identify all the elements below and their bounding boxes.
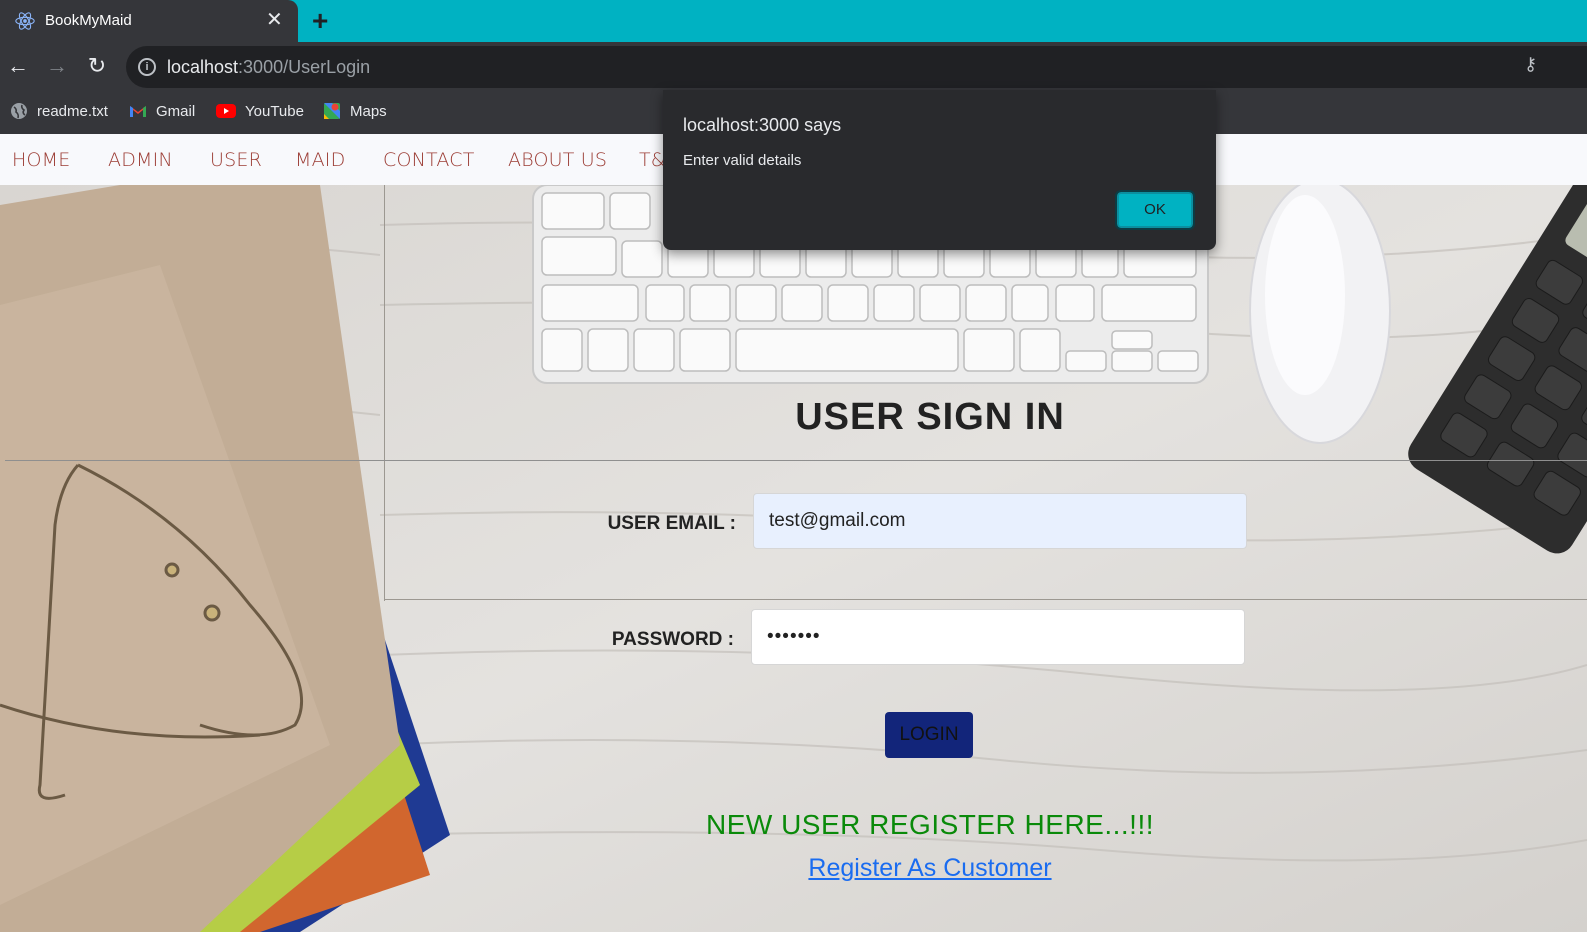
divider bbox=[5, 460, 1587, 461]
address-bar[interactable]: i localhost:3000/UserLogin bbox=[126, 46, 1587, 88]
password-key-icon[interactable]: ⚷ bbox=[1524, 54, 1537, 75]
tab-title: BookMyMaid bbox=[45, 12, 132, 29]
dialog-title: localhost:3000 says bbox=[683, 115, 842, 135]
bookmark-label: Maps bbox=[350, 102, 387, 120]
nav-home[interactable]: HOME bbox=[12, 149, 70, 171]
new-tab-plus-icon[interactable]: + bbox=[312, 6, 328, 36]
site-info-icon[interactable]: i bbox=[138, 58, 156, 76]
register-heading: NEW USER REGISTER HERE...!!! bbox=[705, 809, 1155, 840]
gmail-icon bbox=[130, 106, 146, 117]
alert-dialog: localhost:3000 says Enter valid details … bbox=[663, 90, 1216, 250]
bookmark-maps[interactable]: Maps bbox=[323, 102, 387, 120]
nav-user[interactable]: USER bbox=[210, 149, 262, 171]
globe-icon bbox=[11, 103, 27, 119]
browser-toolbar: ← → ↻ i localhost:3000/UserLogin ⚷ bbox=[0, 42, 1587, 90]
nav-admin[interactable]: ADMIN bbox=[108, 149, 173, 171]
password-label: PASSWORD : bbox=[611, 629, 734, 650]
ok-button[interactable]: OK bbox=[1115, 190, 1195, 230]
tab-strip: BookMyMaid ✕ + bbox=[0, 0, 1587, 42]
register-customer-link[interactable]: Register As Customer bbox=[700, 854, 1160, 883]
bookmark-youtube[interactable]: YouTube bbox=[216, 102, 304, 120]
back-arrow-icon[interactable]: ← bbox=[6, 54, 30, 78]
forward-arrow-icon[interactable]: → bbox=[45, 54, 69, 78]
react-icon bbox=[15, 12, 35, 30]
bookmark-label: readme.txt bbox=[37, 102, 108, 120]
nav-contact[interactable]: CONTACT bbox=[383, 149, 475, 171]
maps-icon bbox=[324, 103, 340, 119]
reload-icon[interactable]: ↻ bbox=[85, 54, 109, 78]
close-tab-icon[interactable]: ✕ bbox=[266, 8, 283, 32]
password-field[interactable]: ••••••• bbox=[751, 609, 1245, 665]
bookmark-label: Gmail bbox=[156, 102, 196, 120]
browser-tab[interactable]: BookMyMaid ✕ bbox=[0, 0, 298, 42]
email-label: USER EMAIL : bbox=[607, 513, 736, 534]
youtube-icon bbox=[216, 104, 236, 118]
bookmark-label: YouTube bbox=[245, 102, 304, 120]
page-title: USER SIGN IN bbox=[795, 396, 1065, 438]
web-page: HOME ADMIN USER MAID CONTACT ABOUT US T&… bbox=[0, 134, 1587, 932]
email-field[interactable]: test@gmail.com bbox=[753, 493, 1247, 549]
dialog-message: Enter valid details bbox=[683, 152, 802, 169]
bookmark-readme[interactable]: readme.txt bbox=[10, 102, 108, 120]
url-text[interactable]: localhost:3000/UserLogin bbox=[167, 57, 370, 78]
nav-maid[interactable]: MAID bbox=[295, 149, 345, 171]
nav-about-us[interactable]: ABOUT US bbox=[508, 149, 607, 171]
bookmark-gmail[interactable]: Gmail bbox=[129, 102, 195, 120]
login-button[interactable]: LOGIN bbox=[885, 712, 973, 758]
login-section: USER SIGN IN USER EMAIL : test@gmail.com… bbox=[0, 185, 1587, 932]
